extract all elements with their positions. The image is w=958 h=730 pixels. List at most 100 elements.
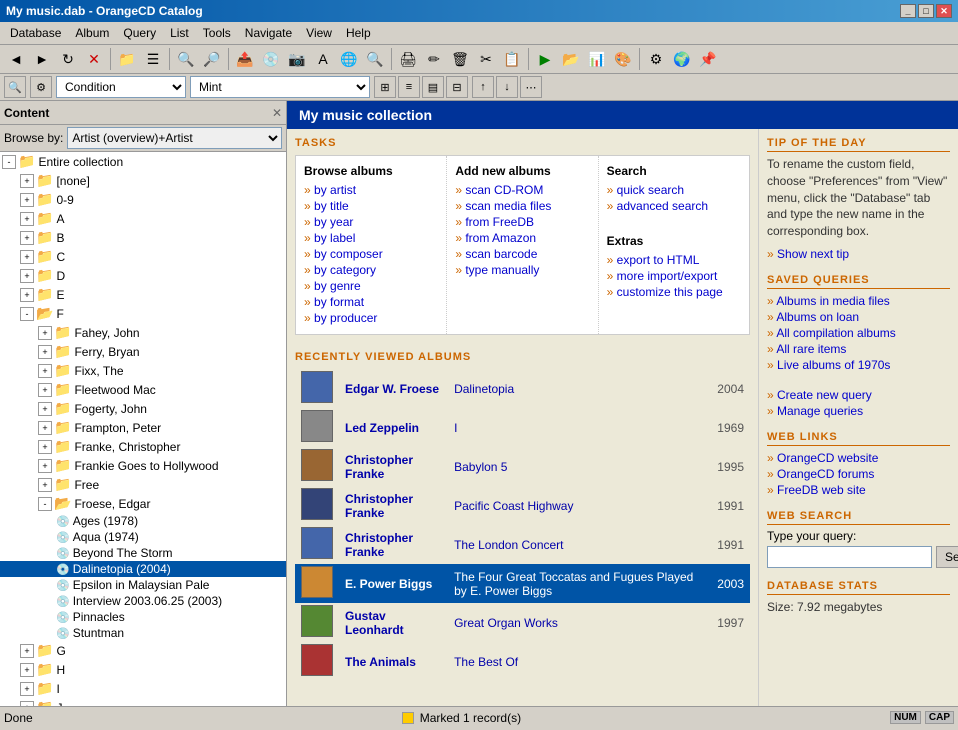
tree-item-fleetwood[interactable]: + 📁 Fleetwood Mac: [0, 380, 286, 399]
toolbar-web[interactable]: 🌐: [337, 47, 361, 71]
album-row-7[interactable]: The Animals The Best Of: [295, 642, 750, 681]
toolbar-search2[interactable]: 🔎: [200, 47, 224, 71]
tree-item-fixx[interactable]: + 📁 Fixx, The: [0, 361, 286, 380]
filter-search-icon-btn[interactable]: 🔍: [4, 76, 26, 98]
web-link-orangecd[interactable]: OrangeCD website: [767, 450, 950, 466]
tree-expand-fleetwood[interactable]: +: [38, 383, 52, 397]
tree-expand-D[interactable]: +: [20, 269, 34, 283]
tree-item-aqua[interactable]: 💿 Aqua (1974): [0, 529, 286, 545]
tree-item-franke-christopher[interactable]: + 📁 Franke, Christopher: [0, 437, 286, 456]
tree-item-D[interactable]: + 📁 D: [0, 266, 286, 285]
tree-expand-F[interactable]: -: [20, 307, 34, 321]
toolbar-refresh[interactable]: ↻: [56, 47, 80, 71]
create-new-query[interactable]: Create new query: [767, 387, 950, 403]
extras-export-html[interactable]: export to HTML: [607, 252, 741, 268]
tree-expand-A[interactable]: +: [20, 212, 34, 226]
filter-value-select[interactable]: Mint Good Fair Poor: [190, 76, 370, 98]
browse-by-category[interactable]: by category: [304, 262, 438, 278]
browse-by-label[interactable]: by label: [304, 230, 438, 246]
menu-tools[interactable]: Tools: [197, 24, 237, 42]
tree-expand-frampton[interactable]: +: [38, 421, 52, 435]
view-details-btn[interactable]: ▤: [422, 76, 444, 98]
add-scan-media[interactable]: scan media files: [455, 198, 589, 214]
tree-expand-J[interactable]: +: [20, 701, 34, 707]
tree-item-interview[interactable]: 💿 Interview 2003.06.25 (2003): [0, 593, 286, 609]
album-row-5[interactable]: E. Power Biggs The Four Great Toccatas a…: [295, 564, 750, 603]
tree-item-free[interactable]: + 📁 Free: [0, 475, 286, 494]
minimize-button[interactable]: _: [900, 4, 916, 18]
album-row-4[interactable]: Christopher Franke The London Concert 19…: [295, 525, 750, 564]
tree-expand-ferry[interactable]: +: [38, 345, 52, 359]
toolbar-amazon[interactable]: A: [311, 47, 335, 71]
menu-view[interactable]: View: [300, 24, 338, 42]
menu-album[interactable]: Album: [69, 24, 115, 42]
toolbar-stop[interactable]: ✕: [82, 47, 106, 71]
tree-expand-fahey[interactable]: +: [38, 326, 52, 340]
toolbar-cdrom[interactable]: 💿: [259, 47, 283, 71]
tree-expand-fixx[interactable]: +: [38, 364, 52, 378]
tree-item-froese[interactable]: - 📂 Froese, Edgar: [0, 494, 286, 513]
add-type-manually[interactable]: type manually: [455, 262, 589, 278]
toolbar-graph[interactable]: 📊: [585, 47, 609, 71]
browse-by-artist[interactable]: by artist: [304, 182, 438, 198]
album-row-1[interactable]: Led Zeppelin I 1969: [295, 408, 750, 447]
tree-item-B[interactable]: + 📁 B: [0, 228, 286, 247]
browse-by-select[interactable]: Artist (overview)+Artist Title Year Genr…: [67, 127, 282, 149]
tree-item-ages[interactable]: 💿 Ages (1978): [0, 513, 286, 529]
tree-container[interactable]: - 📁 Entire collection + 📁 [none] + 📁 0-9…: [0, 152, 286, 706]
add-from-amazon[interactable]: from Amazon: [455, 230, 589, 246]
tree-item-epsilon[interactable]: 💿 Epsilon in Malaysian Pale: [0, 577, 286, 593]
toolbar-list[interactable]: ☰: [141, 47, 165, 71]
sort-asc-btn[interactable]: ↑: [472, 76, 494, 98]
tree-item-fahey[interactable]: + 📁 Fahey, John: [0, 323, 286, 342]
toolbar-scan[interactable]: 📷: [285, 47, 309, 71]
tree-item-frampton[interactable]: + 📁 Frampton, Peter: [0, 418, 286, 437]
album-row-6[interactable]: Gustav Leonhardt Great Organ Works 1997: [295, 603, 750, 642]
menu-database[interactable]: Database: [4, 24, 67, 42]
query-all-compilation[interactable]: All compilation albums: [767, 325, 950, 341]
query-albums-media[interactable]: Albums in media files: [767, 293, 950, 309]
view-thumb-btn[interactable]: ⊟: [446, 76, 468, 98]
tree-expand-root[interactable]: -: [2, 155, 16, 169]
tree-item-beyond[interactable]: 💿 Beyond The Storm: [0, 545, 286, 561]
filter-extra2-btn[interactable]: ⋯: [520, 76, 542, 98]
tree-expand-none[interactable]: +: [20, 174, 34, 188]
close-button[interactable]: ✕: [936, 4, 952, 18]
toolbar-print[interactable]: 🖨: [396, 47, 420, 71]
browse-by-format[interactable]: by format: [304, 294, 438, 310]
tree-expand-H[interactable]: +: [20, 663, 34, 677]
toolbar-forward[interactable]: ►: [30, 47, 54, 71]
browse-by-title[interactable]: by title: [304, 198, 438, 214]
album-row-3[interactable]: Christopher Franke Pacific Coast Highway…: [295, 486, 750, 525]
search-advanced[interactable]: advanced search: [607, 198, 741, 214]
view-list-btn[interactable]: ≡: [398, 76, 420, 98]
extras-import-export[interactable]: more import/export: [607, 268, 741, 284]
tree-expand-free[interactable]: +: [38, 478, 52, 492]
toolbar-export[interactable]: 📤: [233, 47, 257, 71]
toolbar-search1[interactable]: 🔍: [174, 47, 198, 71]
tree-item-G[interactable]: + 📁 G: [0, 641, 286, 660]
query-live-1970s[interactable]: Live albums of 1970s: [767, 357, 950, 373]
tree-root[interactable]: - 📁 Entire collection: [0, 152, 286, 171]
tree-item-stuntman[interactable]: 💿 Stuntman: [0, 625, 286, 641]
toolbar-play[interactable]: ▶: [533, 47, 557, 71]
tree-item-I[interactable]: + 📁 I: [0, 679, 286, 698]
tree-item-fogerty[interactable]: + 📁 Fogerty, John: [0, 399, 286, 418]
tree-item-dalinetopia[interactable]: 💿 Dalinetopia (2004): [0, 561, 286, 577]
browse-by-genre[interactable]: by genre: [304, 278, 438, 294]
tree-item-A[interactable]: + 📁 A: [0, 209, 286, 228]
album-row-2[interactable]: Christopher Franke Babylon 5 1995: [295, 447, 750, 486]
tree-expand-B[interactable]: +: [20, 231, 34, 245]
tree-item-J[interactable]: + 📁 J: [0, 698, 286, 706]
tree-item-09[interactable]: + 📁 0-9: [0, 190, 286, 209]
tree-expand-I[interactable]: +: [20, 682, 34, 696]
tree-expand-froese[interactable]: -: [38, 497, 52, 511]
tree-item-ferry[interactable]: + 📁 Ferry, Bryan: [0, 342, 286, 361]
tree-expand-G[interactable]: +: [20, 644, 34, 658]
tree-item-E[interactable]: + 📁 E: [0, 285, 286, 304]
maximize-button[interactable]: □: [918, 4, 934, 18]
toolbar-edit[interactable]: ✏: [422, 47, 446, 71]
menu-help[interactable]: Help: [340, 24, 377, 42]
browse-by-year[interactable]: by year: [304, 214, 438, 230]
tree-expand-E[interactable]: +: [20, 288, 34, 302]
